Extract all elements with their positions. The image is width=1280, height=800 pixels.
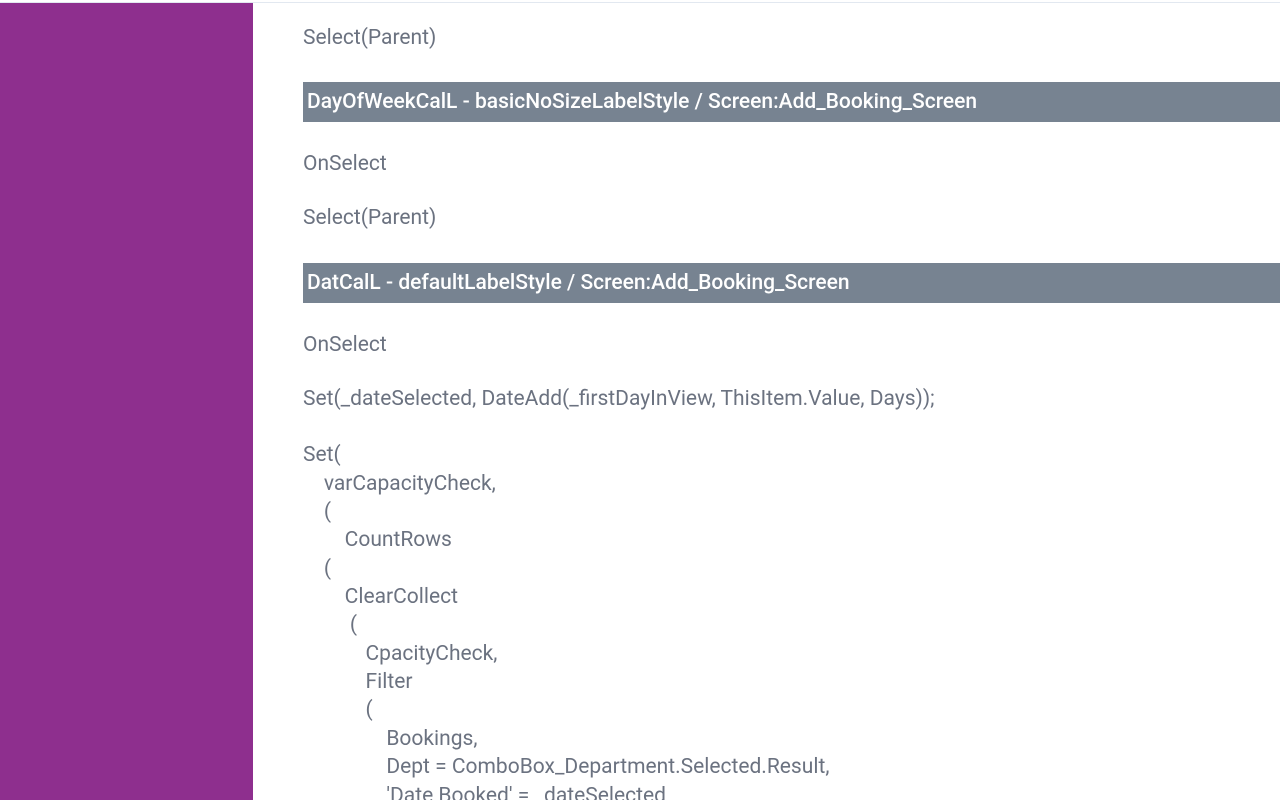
property-label-onselect-1: OnSelect — [303, 138, 1280, 190]
code-block-1: Select(Parent) — [303, 190, 1280, 246]
code-block-2: Set(_dateSelected, DateAdd(_firstDayInVi… — [303, 371, 1280, 800]
content-gutter — [253, 0, 303, 800]
code-block-preamble: Select(Parent) — [303, 10, 1280, 66]
top-border — [0, 0, 1280, 3]
main-content: Select(Parent) DayOfWeekCalL - basicNoSi… — [303, 0, 1280, 800]
section-header-datcal: DatCalL - defaultLabelStyle / Screen:Add… — [303, 263, 1280, 303]
section-header-dayofweek: DayOfWeekCalL - basicNoSizeLabelStyle / … — [303, 82, 1280, 122]
property-label-onselect-2: OnSelect — [303, 319, 1280, 371]
sidebar — [0, 0, 253, 800]
